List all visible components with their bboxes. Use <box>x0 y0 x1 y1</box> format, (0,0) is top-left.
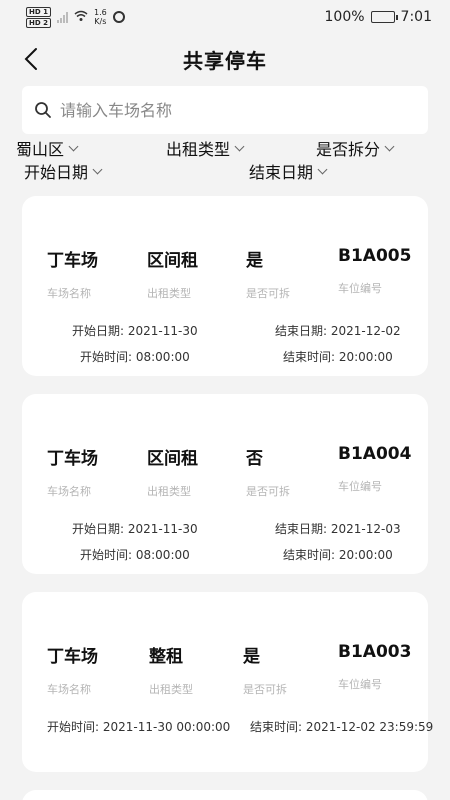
clock: 7:01 <box>400 9 432 25</box>
filter-rent-type[interactable]: 出租类型 <box>166 136 245 160</box>
space-no-col: B1A005 车位编号 <box>338 246 411 296</box>
filter-district-label: 蜀山区 <box>16 140 65 159</box>
app-header: 共享停车 <box>0 34 450 84</box>
chevron-down-icon <box>92 164 103 174</box>
filter-divisible[interactable]: 是否拆分 <box>316 136 395 160</box>
filter-start-date[interactable]: 开始日期 <box>24 159 103 183</box>
start-date: 开始日期: 2021-11-30 <box>72 522 198 536</box>
battery-icon <box>370 11 398 23</box>
hd1-badge: HD 1 <box>26 6 51 17</box>
lot-name-col: 丁车场 车场名称 <box>47 642 98 697</box>
speed-value: 1.6 <box>93 8 107 17</box>
chevron-down-icon <box>234 141 245 151</box>
chevron-left-icon <box>24 48 37 70</box>
lot-name: 丁车场 <box>47 449 98 469</box>
divisible: 否 <box>246 449 263 469</box>
status-left: HD 1 HD 2 1.6 K/s <box>26 6 125 28</box>
space-number: B1A003 <box>338 642 412 662</box>
network-speed: 1.6 K/s <box>94 8 107 26</box>
space-number-label: 车位编号 <box>338 678 382 691</box>
space-no-col: B1A003 车位编号 <box>338 642 411 692</box>
status-bar: HD 1 HD 2 1.6 K/s 100% 7:01 <box>0 0 450 34</box>
start-time: 开始时间: 08:00:00 <box>80 350 190 364</box>
back-button[interactable] <box>18 46 44 72</box>
search-icon <box>35 102 51 118</box>
divisible-label: 是否可拆 <box>246 287 290 300</box>
chevron-down-icon <box>68 141 79 151</box>
rent-type: 区间租 <box>147 449 198 469</box>
wifi-icon <box>74 10 88 25</box>
end-time: 结束时间: 20:00:00 <box>283 350 393 364</box>
start-time: 开始时间: 2021-11-30 00:00:00 <box>47 720 231 734</box>
shield-icon <box>112 11 125 23</box>
divisible-col: 是 是否可拆 <box>246 246 290 301</box>
search-input[interactable] <box>60 100 428 120</box>
rent-type-col: 区间租 出租类型 <box>147 444 198 499</box>
parking-card-partial[interactable] <box>22 790 428 800</box>
speed-unit: K/s <box>94 17 107 26</box>
chevron-down-icon <box>384 141 395 151</box>
filter-divisible-label: 是否拆分 <box>316 140 381 159</box>
parking-card[interactable]: 丁车场 车场名称 区间租 出租类型 是 是否可拆 B1A005 车位编号 开始日… <box>22 196 428 376</box>
rent-type-label: 出租类型 <box>147 287 191 300</box>
space-no-col: B1A004 车位编号 <box>338 444 411 494</box>
divisible: 是 <box>246 251 263 271</box>
lot-name: 丁车场 <box>47 647 98 667</box>
space-number-label: 车位编号 <box>338 480 382 493</box>
divisible-col: 是 是否可拆 <box>243 642 287 697</box>
space-number: B1A004 <box>338 444 412 464</box>
divisible-label: 是否可拆 <box>243 683 287 696</box>
divisible-col: 否 是否可拆 <box>246 444 290 499</box>
divisible-label: 是否可拆 <box>246 485 290 498</box>
space-number-label: 车位编号 <box>338 282 382 295</box>
page-title: 共享停车 <box>183 48 267 73</box>
filter-district[interactable]: 蜀山区 <box>16 136 79 160</box>
filter-rent-type-label: 出租类型 <box>166 140 231 159</box>
rent-type-label: 出租类型 <box>149 683 193 696</box>
start-date: 开始日期: 2021-11-30 <box>72 324 198 338</box>
end-date: 结束日期: 2021-12-02 <box>275 324 401 338</box>
chevron-down-icon <box>317 164 328 174</box>
rent-type-col: 整租 出租类型 <box>149 642 193 697</box>
filter-end-date-label: 结束日期 <box>249 163 314 182</box>
hd2-badge: HD 2 <box>26 17 51 28</box>
rent-type-label: 出租类型 <box>147 485 191 498</box>
end-date: 结束日期: 2021-12-03 <box>275 522 401 536</box>
status-right: 100% 7:01 <box>325 9 432 25</box>
lot-name-label: 车场名称 <box>47 485 91 498</box>
filter-end-date[interactable]: 结束日期 <box>249 159 328 183</box>
space-number: B1A005 <box>338 246 412 266</box>
rent-type-col: 区间租 出租类型 <box>147 246 198 301</box>
filter-start-date-label: 开始日期 <box>24 163 89 182</box>
parking-card[interactable]: 丁车场 车场名称 区间租 出租类型 否 是否可拆 B1A004 车位编号 开始日… <box>22 394 428 574</box>
lot-name-label: 车场名称 <box>47 683 91 696</box>
rent-type: 区间租 <box>147 251 198 271</box>
end-time: 结束时间: 2021-12-02 23:59:59 <box>250 720 434 734</box>
start-time: 开始时间: 08:00:00 <box>80 548 190 562</box>
rent-type: 整租 <box>149 647 183 667</box>
divisible: 是 <box>243 647 260 667</box>
signal-icon <box>56 11 68 23</box>
battery-percent: 100% <box>324 9 365 25</box>
search-bar[interactable] <box>22 86 428 134</box>
lot-name-col: 丁车场 车场名称 <box>47 444 98 499</box>
lot-name-label: 车场名称 <box>47 287 91 300</box>
end-time: 结束时间: 20:00:00 <box>283 548 393 562</box>
lot-name: 丁车场 <box>47 251 98 271</box>
parking-card[interactable]: 丁车场 车场名称 整租 出租类型 是 是否可拆 B1A003 车位编号 开始时间… <box>22 592 433 772</box>
hd-indicators: HD 1 HD 2 <box>26 6 51 28</box>
lot-name-col: 丁车场 车场名称 <box>47 246 98 301</box>
